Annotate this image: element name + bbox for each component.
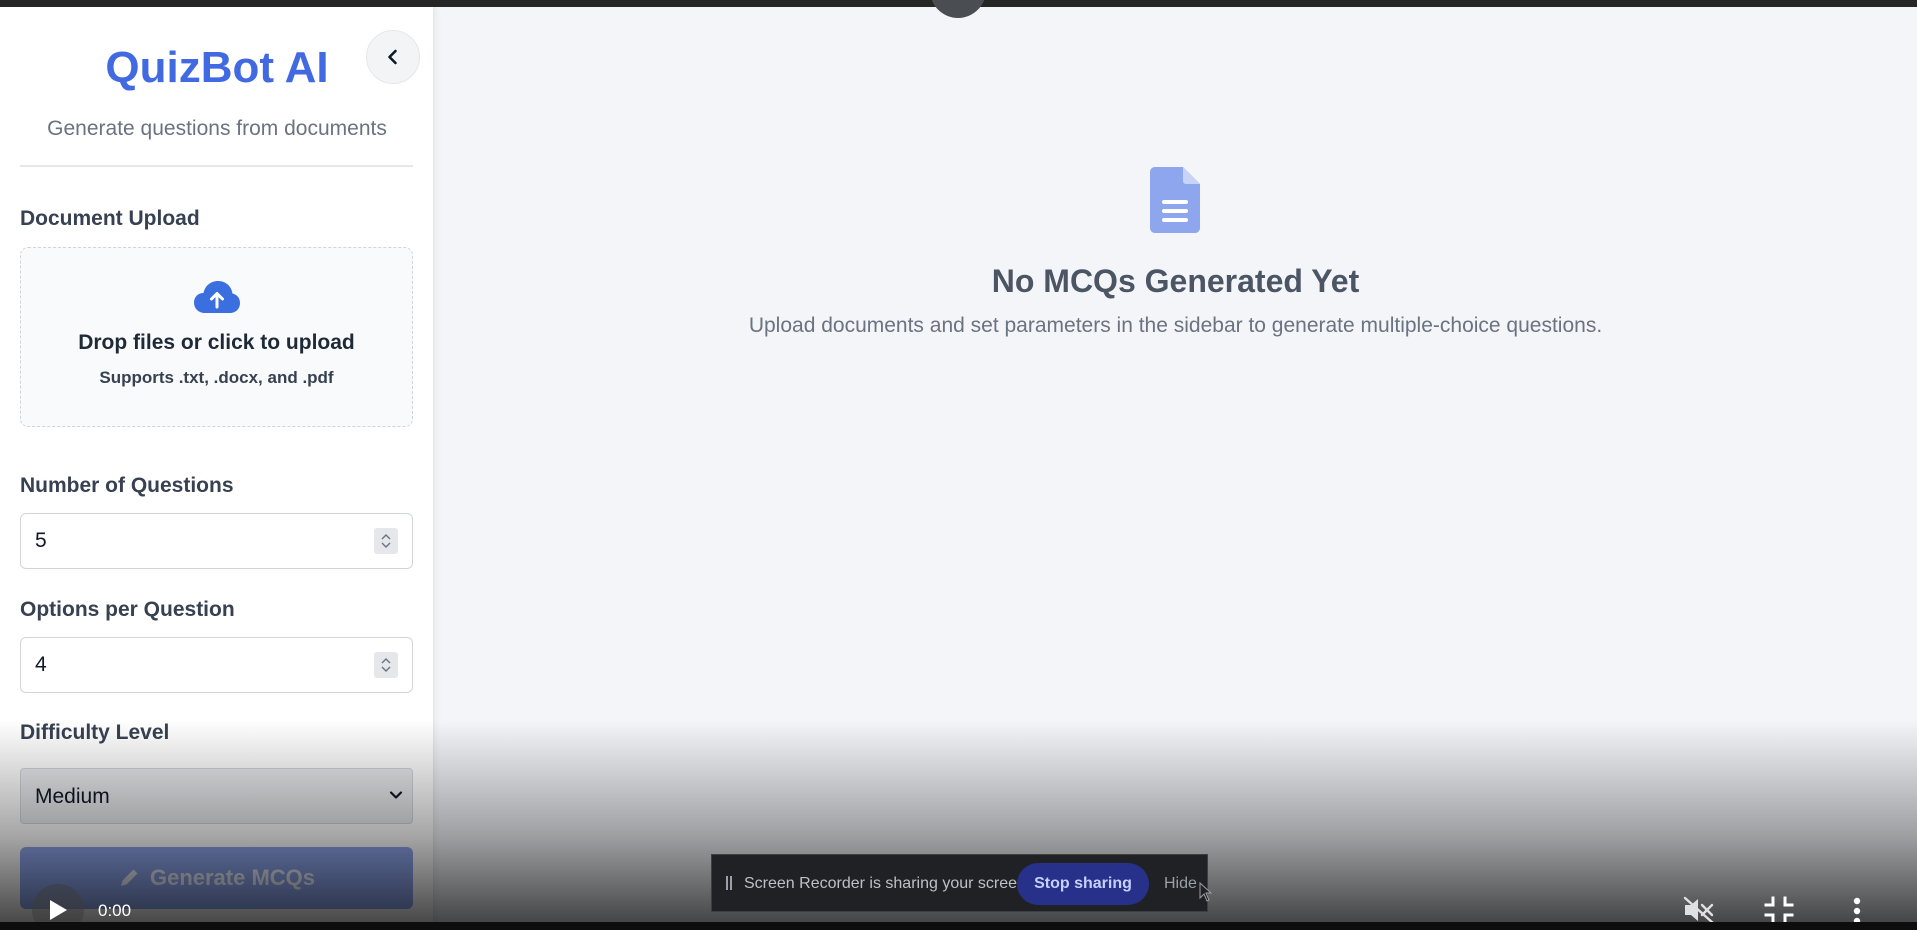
- options-per-question-stepper[interactable]: [374, 652, 398, 678]
- num-questions-label: Number of Questions: [20, 474, 234, 497]
- play-icon: [50, 900, 67, 920]
- chevron-down-icon: [389, 791, 403, 799]
- chevron-down-icon: [381, 666, 391, 672]
- muted-icon[interactable]: [1683, 896, 1715, 924]
- app-subtitle: Generate questions from documents: [47, 117, 387, 140]
- difficulty-select[interactable]: Medium: [20, 768, 413, 824]
- options-per-question-label: Options per Question: [20, 598, 235, 621]
- main-content: No MCQs Generated Yet Upload documents a…: [434, 7, 1917, 930]
- chevron-up-icon: [381, 534, 391, 540]
- document-upload-label: Document Upload: [20, 207, 200, 230]
- empty-state-title: No MCQs Generated Yet: [991, 263, 1360, 299]
- video-time: 0:00: [98, 901, 132, 920]
- options-per-question-field: [20, 637, 413, 693]
- num-questions-stepper[interactable]: [374, 528, 398, 554]
- difficulty-selected-value: Medium: [35, 785, 110, 808]
- upload-title: Drop files or click to upload: [78, 331, 355, 354]
- num-questions-field: [20, 513, 413, 569]
- upload-hint: Supports .txt, .docx, and .pdf: [99, 368, 334, 387]
- file-upload-dropzone[interactable]: Drop files or click to upload Supports .…: [20, 247, 413, 427]
- sidebar-divider: [20, 165, 413, 167]
- document-icon: [1150, 167, 1200, 233]
- chevron-down-icon: [381, 542, 391, 548]
- app-title: QuizBot AI: [105, 43, 329, 92]
- sidebar: QuizBot AI Generate questions from docum…: [0, 7, 434, 930]
- difficulty-label: Difficulty Level: [20, 721, 170, 744]
- empty-state-description: Upload documents and set parameters in t…: [748, 314, 1603, 337]
- exit-fullscreen-icon[interactable]: [1764, 896, 1794, 924]
- chevron-up-icon: [381, 658, 391, 664]
- video-frame: QuizBot AI Generate questions from docum…: [0, 0, 1917, 930]
- cloud-upload-icon: [194, 281, 240, 313]
- num-questions-input[interactable]: [21, 514, 361, 568]
- video-bottom-strip: [0, 922, 1917, 930]
- options-per-question-input[interactable]: [21, 638, 361, 692]
